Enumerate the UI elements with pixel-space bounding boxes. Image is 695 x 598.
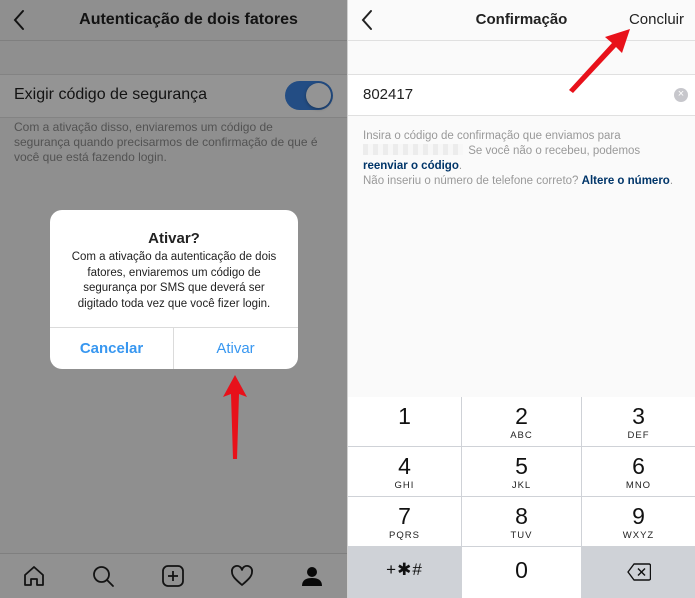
key-letters: MNO [625,480,652,491]
two-factor-screen: Autenticação de dois fatores Exigir códi… [0,0,347,598]
change-number-link[interactable]: Altere o número [582,175,670,187]
key-6[interactable]: 6 MNO [582,447,695,496]
key-letters: GHI [394,480,415,491]
symbols-label: +✱# [386,560,423,579]
key-4[interactable]: 4 GHI [348,447,461,496]
cancel-button[interactable]: Cancelar [50,328,173,369]
key-8[interactable]: 8 TUV [462,497,581,546]
key-digit: 7 [398,503,411,529]
backspace-icon [626,563,651,581]
activate-button[interactable]: Ativar [174,328,297,369]
key-1[interactable]: 1 [348,397,461,446]
key-7[interactable]: 7 PQRS [348,497,461,546]
chevron-left-icon[interactable] [358,8,378,32]
confirmation-screen: Confirmação Concluir 802417 × Insira o c… [348,0,695,598]
key-digit: 9 [632,503,645,529]
key-digit: 0 [515,557,528,583]
key-0[interactable]: 0 [462,547,581,598]
confirmation-info: Insira o código de confirmação que envia… [363,129,681,189]
key-letters: ABC [510,430,533,441]
info-line1: Insira o código de confirmação que envia… [363,130,621,142]
key-digit: 8 [515,503,528,529]
nav-bar: Confirmação Concluir [348,0,695,41]
key-digit: 2 [515,403,528,429]
key-digit: 5 [515,453,528,479]
key-letters: JKL [511,480,532,491]
key-5[interactable]: 5 JKL [462,447,581,496]
annotation-arrow-icon [569,29,630,93]
key-digit: 1 [398,403,411,429]
info-line2: Não inseriu o número de telefone correto… [363,175,582,187]
key-letters: WXYZ [622,530,655,541]
key-letters: TUV [510,530,533,541]
key-letters: PQRS [389,530,420,541]
key-letters: DEF [627,430,650,441]
page-title: Confirmação [475,11,568,28]
key-symbols[interactable]: +✱# [348,547,461,598]
key-3[interactable]: 3 DEF [582,397,695,446]
activate-dialog: Ativar? Com a ativação da autenticação d… [50,210,298,369]
backspace-key[interactable] [582,547,695,598]
key-9[interactable]: 9 WXYZ [582,497,695,546]
annotation-arrow-up-icon [223,375,247,459]
dialog-title: Ativar? [148,230,200,247]
key-digit: 3 [632,403,645,429]
period: . [458,160,463,172]
redacted-phone-number [363,144,463,155]
key-2[interactable]: 2 ABC [462,397,581,446]
confirmation-code-input[interactable]: 802417 × [348,74,695,116]
resend-code-link[interactable]: reenviar o código [363,160,459,172]
period: . [669,175,674,187]
info-line1-post: Se você não o recebeu, podemos [465,145,641,157]
numeric-keypad: 1 2 ABC 3 DEF 4 GHI 5 JKL 6 MNO 7 PQRS 8 TUV 9W… [348,397,695,598]
key-digit: 6 [632,453,645,479]
key-digit: 4 [398,453,411,479]
code-value: 802417 [363,86,414,103]
done-button[interactable]: Concluir [629,11,684,28]
dialog-message: Com a ativação da autenticação de dois f… [71,251,277,310]
clear-icon[interactable]: × [674,88,688,102]
